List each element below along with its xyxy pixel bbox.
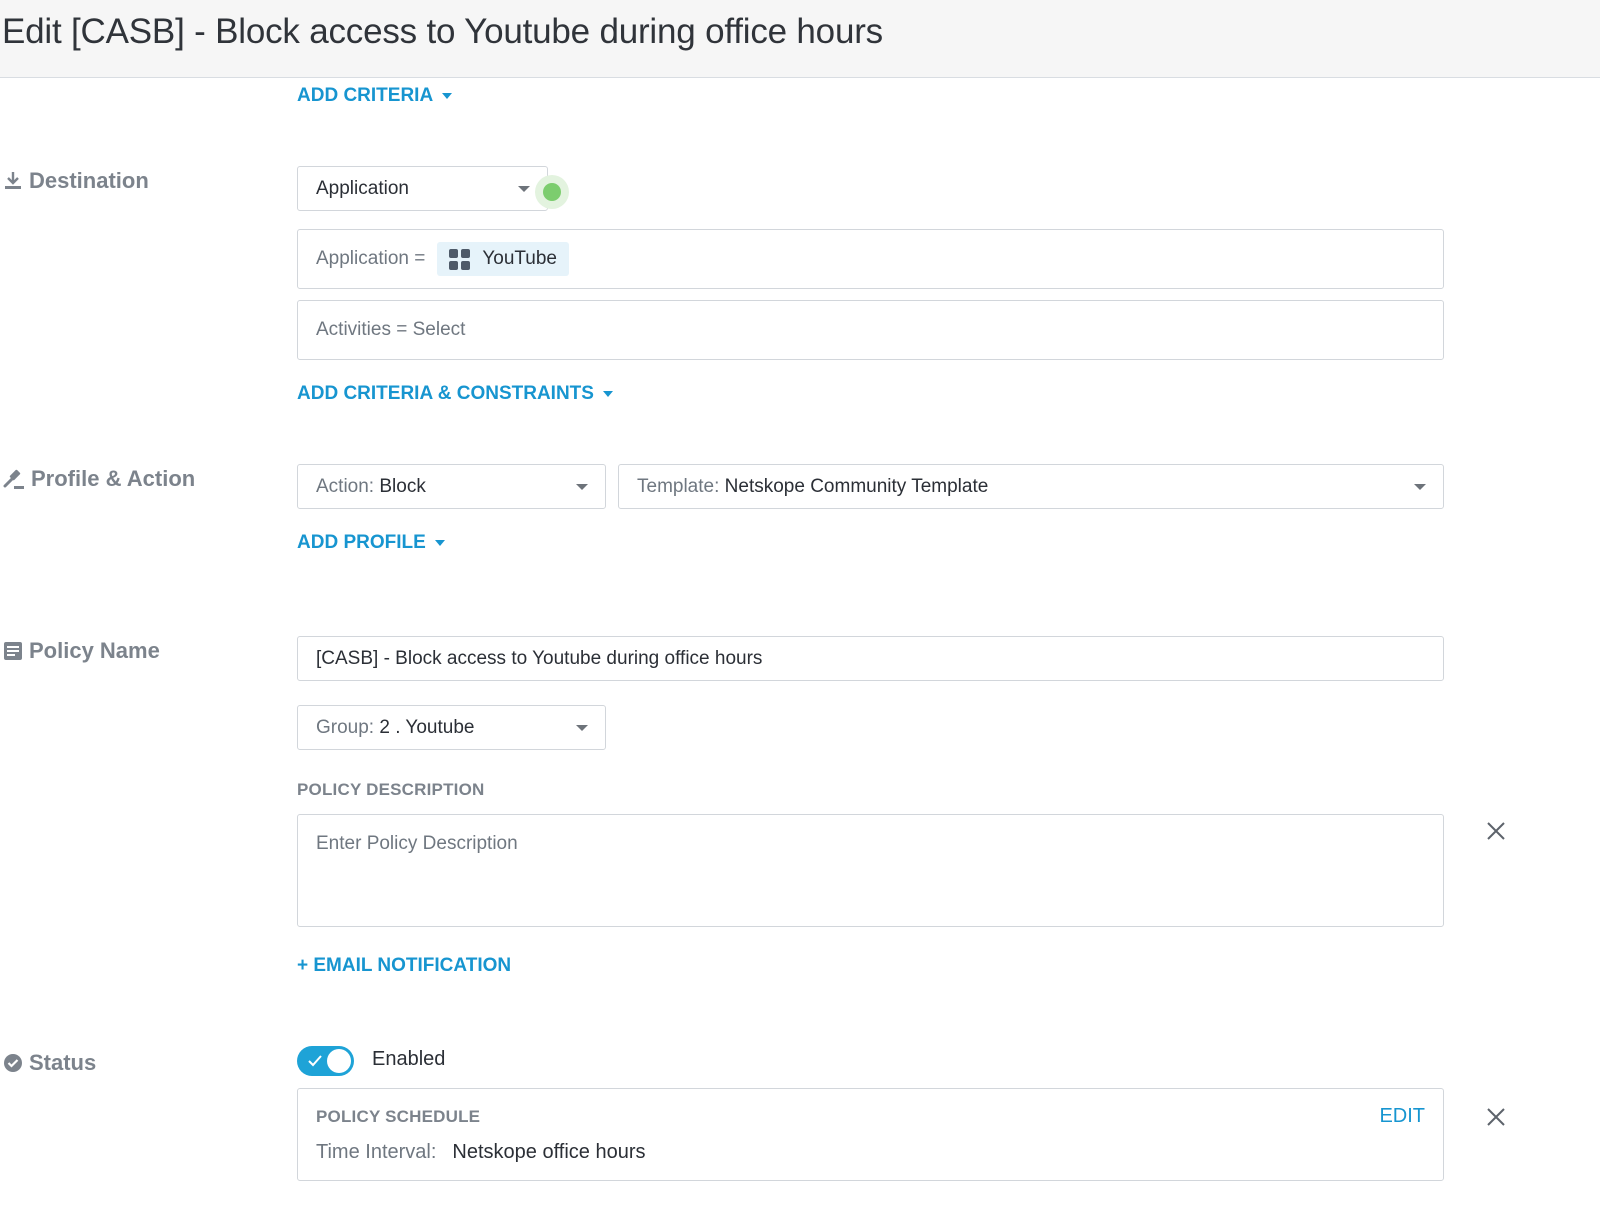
application-criteria-field[interactable]: Application = YouTube (297, 229, 1444, 289)
group-select[interactable]: Group: 2 . Youtube (297, 705, 606, 750)
template-select[interactable]: Template: Netskope Community Template (618, 464, 1444, 509)
status-indicator (535, 175, 569, 209)
time-interval-row: Time Interval: Netskope office hours (316, 1141, 646, 1163)
chevron-down-icon (576, 483, 588, 490)
download-icon (5, 172, 21, 189)
policy-description-textarea[interactable]: Enter Policy Description (297, 814, 1444, 927)
add-criteria-button[interactable]: ADD CRITERIA (297, 85, 453, 107)
chevron-down-icon (1414, 483, 1426, 490)
chevron-down-icon (518, 185, 530, 192)
application-chip[interactable]: YouTube (437, 242, 569, 276)
policy-schedule-heading: POLICY SCHEDULE (316, 1107, 481, 1126)
section-status-label: Status (3, 1050, 96, 1076)
page-header: Edit [CASB] - Block access to Youtube du… (0, 0, 1600, 78)
toggle-knob (327, 1049, 351, 1073)
app-grid-icon (449, 248, 471, 270)
caret-down-icon (442, 93, 453, 99)
gavel-icon (3, 469, 24, 489)
status-dot-icon (543, 183, 561, 201)
policy-description-heading: POLICY DESCRIPTION (297, 780, 485, 799)
destination-type-select[interactable]: Application (297, 166, 548, 211)
page-title: Edit [CASB] - Block access to Youtube du… (2, 12, 883, 51)
section-destination-label: Destination (3, 168, 149, 194)
caret-down-icon (602, 391, 613, 397)
action-select[interactable]: Action: Block (297, 464, 606, 509)
policy-name-input[interactable]: [CASB] - Block access to Youtube during … (297, 636, 1444, 681)
checkmark-icon (308, 1055, 322, 1067)
add-email-notification-button[interactable]: + EMAIL NOTIFICATION (297, 955, 511, 977)
check-circle-icon (4, 1054, 22, 1072)
section-profile-action-label: Profile & Action (3, 466, 195, 492)
close-icon[interactable] (1485, 1106, 1507, 1128)
activities-field[interactable]: Activities = Select (297, 300, 1444, 360)
close-icon[interactable] (1485, 820, 1507, 842)
policy-schedule-panel: POLICY SCHEDULE EDIT Time Interval: Netsk… (297, 1088, 1444, 1181)
chevron-down-icon (576, 724, 588, 731)
status-toggle[interactable] (297, 1046, 354, 1076)
edit-schedule-button[interactable]: EDIT (1379, 1105, 1425, 1128)
add-criteria-constraints-button[interactable]: ADD CRITERIA & CONSTRAINTS (297, 383, 613, 405)
caret-down-icon (434, 540, 445, 546)
toggle-label: Enabled (372, 1048, 446, 1070)
section-policy-name-label: Policy Name (3, 638, 160, 664)
document-icon (4, 642, 22, 660)
add-profile-button[interactable]: ADD PROFILE (297, 532, 445, 554)
